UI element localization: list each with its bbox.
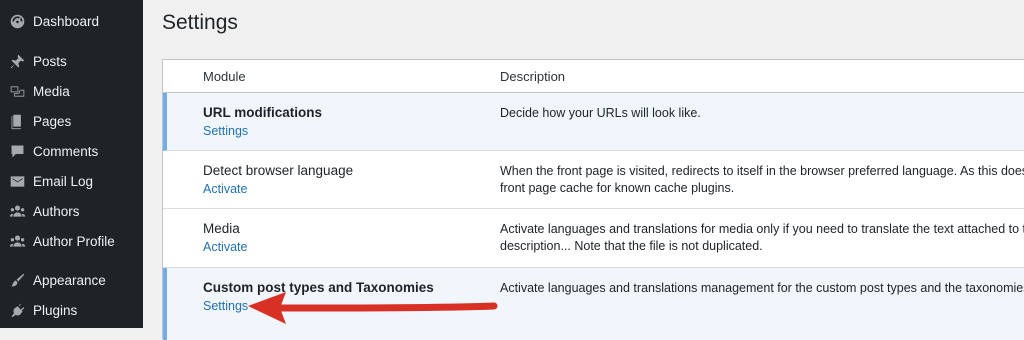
module-name: URL modifications: [203, 105, 323, 120]
sidebar-item-label: Media: [33, 83, 70, 99]
sidebar-item-pages[interactable]: Pages: [0, 106, 143, 136]
module-description: Decide how your URLs will look like.: [500, 105, 1024, 122]
sidebar-item-label: Dashboard: [33, 13, 100, 29]
settings-link[interactable]: Settings: [203, 124, 248, 138]
sidebar-item-label: Author Profile: [33, 233, 115, 249]
sidebar-item-email-log[interactable]: Email Log: [0, 166, 143, 196]
sidebar-item-label: Comments: [33, 143, 99, 159]
table-row: Media Activate Activate languages and tr…: [163, 209, 1024, 268]
module-description: Activate languages and translations for …: [500, 221, 1024, 255]
description-line: When the front page is visited, redirect…: [500, 164, 1024, 178]
pin-icon: [8, 52, 26, 70]
sidebar-item-label: Posts: [33, 53, 67, 69]
sidebar-item-label: Appearance: [33, 272, 106, 288]
module-description: When the front page is visited, redirect…: [500, 163, 1024, 197]
sidebar-item-dashboard[interactable]: Dashboard: [0, 6, 143, 36]
pages-icon: [8, 112, 26, 130]
column-header-module: Module: [203, 69, 246, 84]
media-icon: [8, 82, 26, 100]
sidebar-item-media[interactable]: Media: [0, 76, 143, 106]
sidebar-item-comments[interactable]: Comments: [0, 136, 143, 166]
description-line: description... Note that the file is not…: [500, 239, 763, 253]
users-icon: [8, 202, 26, 220]
sidebar-item-posts[interactable]: Posts: [0, 46, 143, 76]
module-description: Activate languages and translations mana…: [500, 280, 1024, 297]
module-name: Media: [203, 221, 240, 236]
column-header-description: Description: [500, 69, 566, 84]
activate-link[interactable]: Activate: [203, 182, 247, 196]
sidebar-item-label: Plugins: [33, 302, 78, 318]
comments-icon: [8, 142, 26, 160]
description-line: Activate languages and translations for …: [500, 222, 1024, 236]
table-header: Module Description: [163, 60, 1024, 93]
table-row: Detect browser language Activate When th…: [163, 151, 1024, 209]
description-line: front page cache for known cache plugins…: [500, 181, 735, 195]
paintbrush-icon: [8, 271, 26, 289]
annotation-arrow-icon: [248, 292, 498, 324]
sidebar-item-label: Authors: [33, 203, 80, 219]
module-name: Detect browser language: [203, 163, 354, 178]
sidebar-item-label: Email Log: [33, 173, 94, 189]
admin-sidebar: Dashboard Posts Media Pages Comments Ema…: [0, 0, 143, 328]
email-icon: [8, 172, 26, 190]
description-line: Activate languages and translations mana…: [500, 281, 1024, 295]
sidebar-item-label: Pages: [33, 113, 72, 129]
activate-link[interactable]: Activate: [203, 240, 247, 254]
sidebar-item-appearance[interactable]: Appearance: [0, 265, 143, 295]
sidebar-item-authors[interactable]: Authors: [0, 196, 143, 226]
plugins-icon: [8, 301, 26, 319]
table-row: URL modifications Settings Decide how yo…: [163, 93, 1024, 151]
sidebar-item-plugins[interactable]: Plugins: [0, 295, 143, 325]
users-icon: [8, 232, 26, 250]
description-line: Decide how your URLs will look like.: [500, 106, 701, 120]
dashboard-icon: [8, 12, 26, 30]
sidebar-item-author-profile[interactable]: Author Profile: [0, 226, 143, 256]
page-title: Settings: [162, 11, 238, 34]
